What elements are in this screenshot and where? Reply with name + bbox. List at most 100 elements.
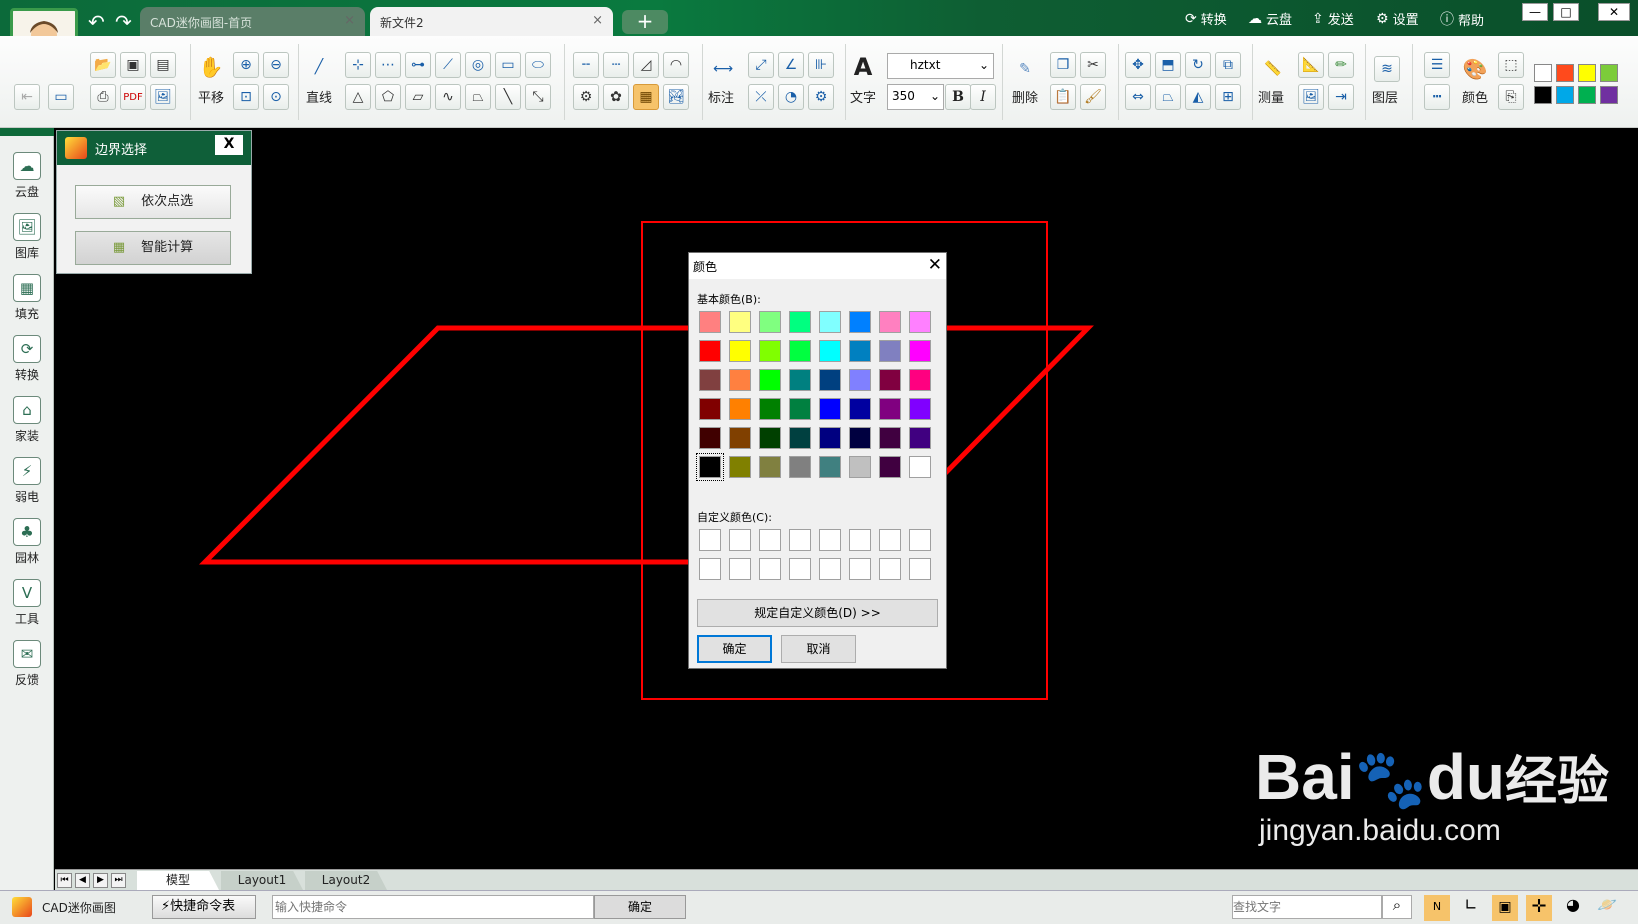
- arc-icon[interactable]: ◠: [663, 52, 689, 78]
- basic-color-swatch[interactable]: [909, 427, 931, 449]
- line-weight-icon[interactable]: ☰: [1424, 52, 1450, 78]
- convert-menu[interactable]: ⟳ 转换: [1185, 9, 1227, 29]
- help-menu[interactable]: ⓘ 帮助: [1440, 9, 1484, 29]
- basic-color-swatch[interactable]: [849, 456, 871, 478]
- text-size-select[interactable]: 350 ⌄: [887, 84, 944, 110]
- send-menu[interactable]: ⇪ 发送: [1312, 9, 1354, 29]
- palette-swatch[interactable]: [1534, 86, 1552, 104]
- palette-swatch[interactable]: [1556, 86, 1574, 104]
- add-tab-button[interactable]: +: [622, 10, 668, 34]
- custom-color-swatch[interactable]: [699, 529, 721, 551]
- print-icon[interactable]: ⎙: [90, 84, 116, 110]
- basic-color-swatch[interactable]: [729, 340, 751, 362]
- mirror-icon[interactable]: ◭: [1185, 84, 1211, 110]
- polyline-icon[interactable]: ⊹: [345, 52, 371, 78]
- smart-calc-button[interactable]: ▦ 智能计算: [75, 231, 231, 265]
- basic-color-swatch[interactable]: [819, 369, 841, 391]
- basic-color-swatch[interactable]: [879, 340, 901, 362]
- palette-swatch[interactable]: [1600, 64, 1618, 82]
- ruler-icon[interactable]: 📏: [1260, 56, 1286, 82]
- drawn-parallelogram[interactable]: [198, 325, 1094, 565]
- explode-icon[interactable]: ⊞: [1215, 84, 1241, 110]
- export-arrow-icon[interactable]: ⇥: [1328, 84, 1354, 110]
- cancel-button[interactable]: 取消: [781, 635, 856, 663]
- aligned-dim-icon[interactable]: ⤢: [748, 52, 774, 78]
- custom-color-swatch[interactable]: [729, 558, 751, 580]
- basic-color-swatch[interactable]: [729, 369, 751, 391]
- undo-icon[interactable]: ↶: [88, 10, 105, 34]
- match-prop-icon[interactable]: ⎘: [1498, 84, 1524, 110]
- angle-icon[interactable]: ∟: [1458, 895, 1484, 921]
- basic-color-swatch[interactable]: [879, 369, 901, 391]
- zoom-out-icon[interactable]: ⊖: [263, 52, 289, 78]
- bold-button[interactable]: B: [945, 84, 971, 110]
- pdf-icon[interactable]: PDF: [120, 84, 146, 110]
- snap-box-icon[interactable]: ▣: [1492, 895, 1518, 921]
- color-wheel-icon[interactable]: 🎨: [1462, 56, 1488, 82]
- sidebar-item[interactable]: ⚡ 弱电: [5, 457, 49, 505]
- eraser-icon[interactable]: ✎: [1012, 56, 1038, 82]
- custom-color-swatch[interactable]: [819, 558, 841, 580]
- basic-color-swatch[interactable]: [879, 456, 901, 478]
- circle-icon[interactable]: ◎: [465, 52, 491, 78]
- stretch-icon[interactable]: ⇔: [1125, 84, 1151, 110]
- basic-color-swatch[interactable]: [699, 311, 721, 333]
- dash-dot-icon[interactable]: ┄: [603, 52, 629, 78]
- triangle-icon[interactable]: △: [345, 84, 371, 110]
- hatch-icon[interactable]: ▦: [633, 84, 659, 110]
- copy-icon[interactable]: ❐: [1050, 52, 1076, 78]
- open-folder-icon[interactable]: 📂: [90, 52, 116, 78]
- custom-color-swatch[interactable]: [789, 558, 811, 580]
- palette-swatch[interactable]: [1556, 64, 1574, 82]
- palette-swatch[interactable]: [1578, 86, 1596, 104]
- italic-button[interactable]: I: [970, 84, 996, 110]
- basic-color-swatch[interactable]: [699, 398, 721, 420]
- curve-icon[interactable]: ∿: [435, 84, 461, 110]
- rectangle-icon[interactable]: ▭: [495, 52, 521, 78]
- maximize-button[interactable]: □: [1553, 3, 1579, 21]
- basic-color-swatch[interactable]: [759, 369, 781, 391]
- brush-icon[interactable]: 🖌: [1080, 84, 1106, 110]
- command-input[interactable]: [272, 895, 594, 919]
- xline-icon[interactable]: ⤡: [525, 84, 551, 110]
- basic-color-swatch[interactable]: [879, 311, 901, 333]
- custom-color-swatch[interactable]: [759, 558, 781, 580]
- sidebar-item[interactable]: 🖼 图库: [5, 213, 49, 261]
- custom-color-swatch[interactable]: [909, 529, 931, 551]
- line-type-icon[interactable]: ┅: [1424, 84, 1450, 110]
- crosshair-icon[interactable]: ✛: [1526, 895, 1552, 921]
- redo-icon[interactable]: ↷: [115, 10, 132, 34]
- first-layout-icon[interactable]: ⏮: [57, 873, 72, 888]
- radius-dim-icon[interactable]: ◔: [778, 84, 804, 110]
- line-icon[interactable]: ╱: [306, 54, 332, 80]
- basic-color-swatch[interactable]: [789, 369, 811, 391]
- sidebar-item[interactable]: ⟳ 转换: [5, 335, 49, 383]
- ok-button[interactable]: 确定: [697, 635, 772, 663]
- tab-model[interactable]: 模型: [137, 871, 219, 890]
- tab-layout2[interactable]: Layout2: [305, 871, 387, 890]
- sidebar-item[interactable]: ♣ 园林: [5, 518, 49, 566]
- fillet-icon[interactable]: ◿: [633, 52, 659, 78]
- spline-node-icon[interactable]: ⋯: [375, 52, 401, 78]
- text-a-icon[interactable]: A: [850, 53, 876, 81]
- custom-color-swatch[interactable]: [699, 558, 721, 580]
- new-file-icon[interactable]: ▭: [48, 84, 74, 110]
- basic-color-swatch[interactable]: [879, 427, 901, 449]
- close-icon[interactable]: ×: [344, 13, 355, 28]
- sidebar-item[interactable]: ⌂ 家装: [5, 396, 49, 444]
- gear-shape-icon[interactable]: ⚙: [573, 84, 599, 110]
- cloud-menu[interactable]: ☁ 云盘: [1248, 9, 1292, 29]
- tab-home[interactable]: CAD迷你画图-首页 ×: [140, 7, 365, 36]
- shortcut-table-button[interactable]: ⚡快捷命令表: [152, 895, 256, 919]
- custom-color-swatch[interactable]: [789, 529, 811, 551]
- array-icon[interactable]: ⧉: [1215, 52, 1241, 78]
- define-custom-color-button[interactable]: 规定自定义颜色(D) >>: [697, 599, 938, 627]
- layers-icon[interactable]: ≋: [1374, 56, 1400, 82]
- basic-color-swatch[interactable]: [849, 311, 871, 333]
- back-icon[interactable]: ⇤: [14, 84, 40, 110]
- custom-color-swatch[interactable]: [879, 529, 901, 551]
- sidebar-item[interactable]: ✉ 反馈: [5, 640, 49, 688]
- basic-color-swatch[interactable]: [849, 427, 871, 449]
- sidebar-item[interactable]: ▦ 填充: [5, 274, 49, 322]
- next-layout-icon[interactable]: ▶: [93, 873, 108, 888]
